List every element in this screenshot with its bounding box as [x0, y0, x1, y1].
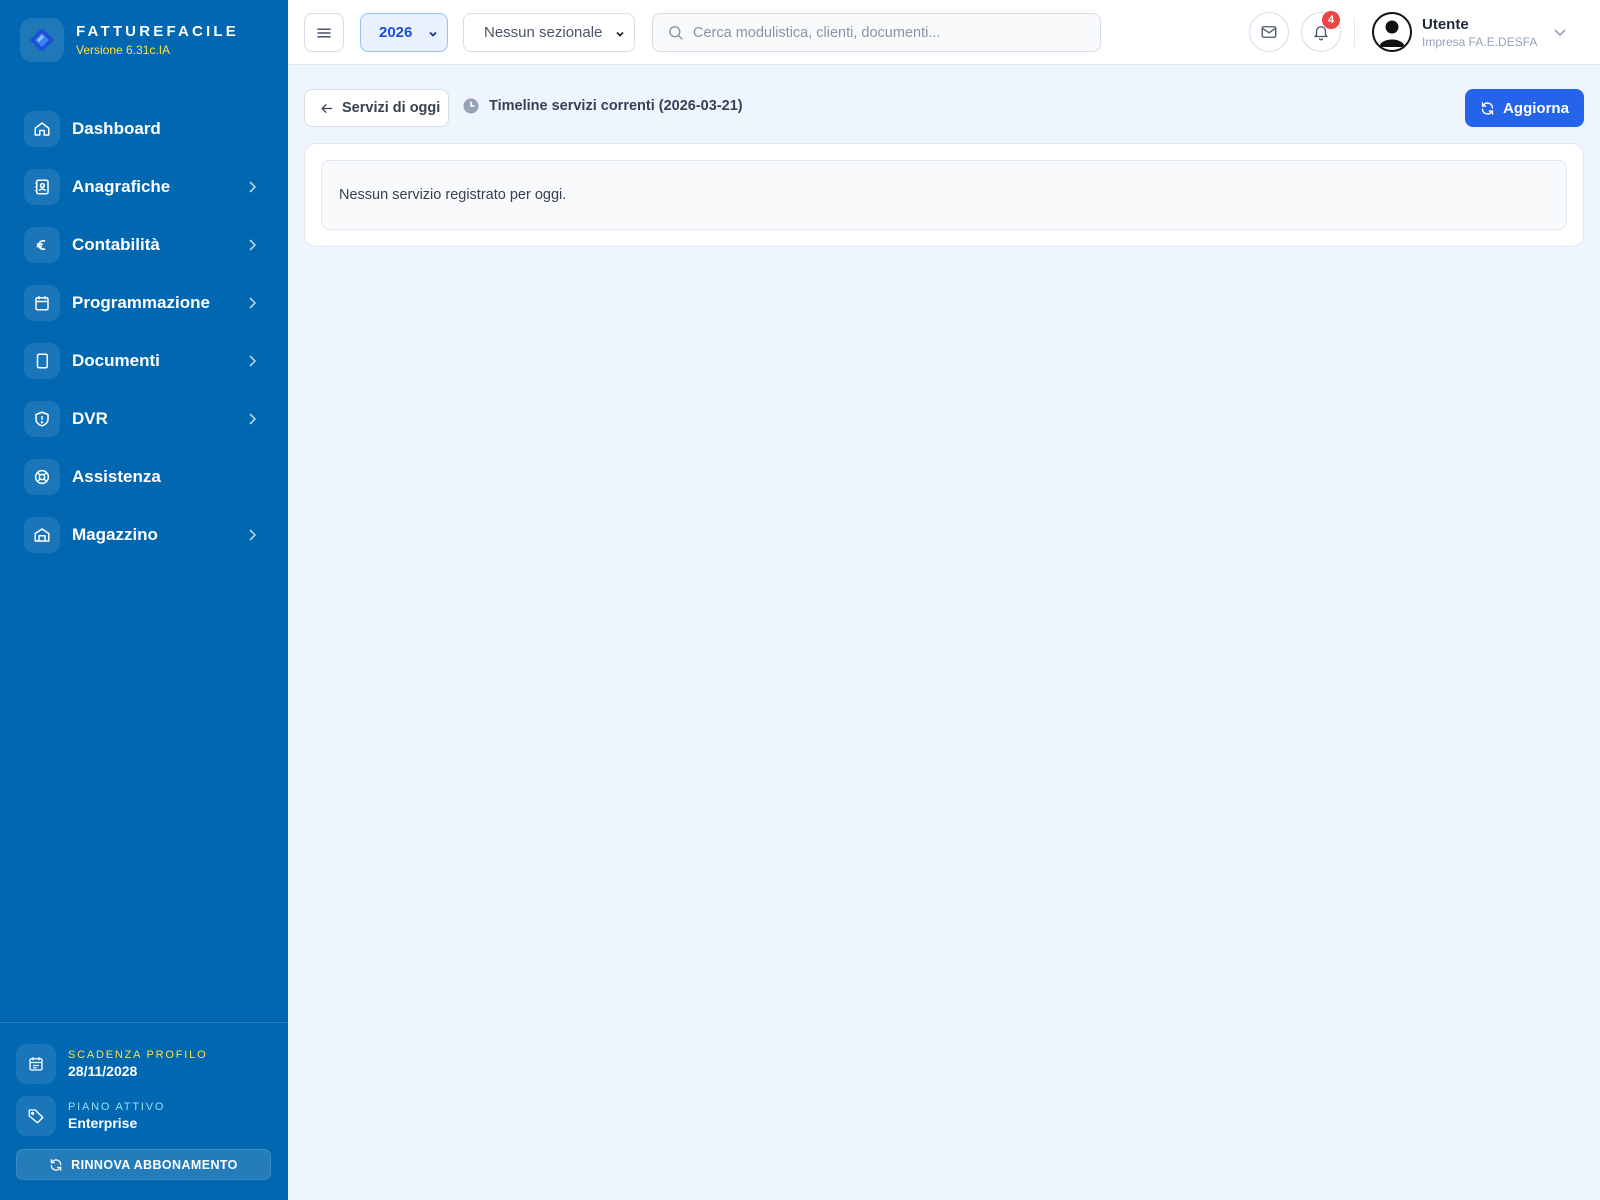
notifications-badge: 4: [1322, 11, 1340, 29]
sidebar-item-anagrafiche[interactable]: Anagrafiche: [24, 158, 264, 216]
chevron-right-icon: [249, 297, 257, 309]
sidebar-nav: Dashboard Anagrafiche Contabilità Progra…: [24, 100, 264, 564]
brand-logo-icon: [20, 18, 64, 62]
user-org: Impresa FA.E.DESFA: [1422, 34, 1538, 49]
header-divider: [1354, 18, 1355, 47]
sidebar-item-programmazione[interactable]: Programmazione: [24, 274, 264, 332]
renew-subscription-button[interactable]: RINNOVA ABBONAMENTO: [16, 1149, 271, 1180]
expiry-value: 28/11/2028: [68, 1063, 138, 1079]
year-value: 2026: [379, 24, 413, 41]
active-plan: PIANO ATTIVO Enterprise: [16, 1096, 165, 1136]
sidebar-item-label: Documenti: [72, 351, 160, 370]
chevron-right-icon: [249, 413, 257, 425]
calendar-icon: [24, 285, 60, 321]
brand[interactable]: FATTUREFACILE Versione 6.31c.IA: [20, 18, 239, 62]
sidebar-item-label: Programmazione: [72, 293, 210, 312]
chevron-right-icon: [249, 355, 257, 367]
hamburger-icon: [317, 28, 331, 37]
euro-icon: [24, 227, 60, 263]
empty-state-message: Nessun servizio registrato per oggi.: [321, 160, 1567, 230]
sidebar-item-label: DVR: [72, 409, 108, 428]
warehouse-icon: [24, 517, 60, 553]
user-name: Utente: [1422, 15, 1469, 33]
back-button[interactable]: Servizi di oggi: [304, 89, 449, 127]
sidebar: FATTUREFACILE Versione 6.31c.IA Dashboar…: [0, 0, 288, 1200]
back-label: Servizi di oggi: [342, 100, 441, 116]
sidebar-item-label: Anagrafiche: [72, 177, 171, 196]
brand-version: Versione 6.31c.IA: [76, 43, 171, 57]
sezionale-select[interactable]: Nessun sezionale: [463, 13, 635, 52]
sezionale-value: Nessun sezionale: [484, 24, 603, 41]
sidebar-item-dvr[interactable]: DVR: [24, 390, 264, 448]
document-icon: [24, 343, 60, 379]
sidebar-item-magazzino[interactable]: Magazzino: [24, 506, 264, 564]
services-card: Nessun servizio registrato per oggi.: [304, 143, 1584, 247]
user-menu[interactable]: Utente Impresa FA.E.DESFA: [1372, 12, 1537, 52]
messages-button[interactable]: [1249, 12, 1289, 52]
chevron-down-icon: [429, 31, 437, 37]
lifebuoy-icon: [24, 459, 60, 495]
shield-icon: [24, 401, 60, 437]
home-icon: [24, 111, 60, 147]
sidebar-item-documenti[interactable]: Documenti: [24, 332, 264, 390]
arrow-left-icon: [321, 103, 333, 113]
plan-caption: PIANO ATTIVO: [68, 1101, 166, 1113]
chevron-right-icon: [249, 239, 257, 251]
avatar: [1372, 12, 1412, 52]
search-icon: [669, 26, 683, 40]
expiry-caption: SCADENZA PROFILO: [68, 1049, 208, 1061]
refresh-button[interactable]: Aggiorna: [1465, 89, 1584, 127]
top-header: 2026 Nessun sezionale 4 Utente Impresa F…: [288, 0, 1600, 65]
menu-toggle-button[interactable]: [304, 13, 344, 52]
search-input[interactable]: [693, 24, 1083, 41]
mail-icon: [1261, 26, 1277, 38]
sidebar-item-label: Dashboard: [72, 119, 161, 138]
sidebar-item-contabilita[interactable]: Contabilità: [24, 216, 264, 274]
profile-expiry: SCADENZA PROFILO 28/11/2028: [16, 1044, 207, 1084]
timeline-heading: Timeline servizi correnti (2026-03-21): [463, 98, 743, 114]
year-select[interactable]: 2026: [360, 13, 448, 52]
sidebar-item-assistenza[interactable]: Assistenza: [24, 448, 264, 506]
refresh-icon: [50, 1158, 62, 1171]
chevron-right-icon: [249, 529, 257, 541]
calendar-icon: [16, 1044, 56, 1084]
plan-value: Enterprise: [68, 1115, 138, 1131]
contacts-icon: [24, 169, 60, 205]
sidebar-item-label: Magazzino: [72, 525, 158, 544]
brand-name: FATTUREFACILE: [76, 23, 239, 40]
sidebar-item-label: Assistenza: [72, 467, 161, 486]
clock-icon: [463, 98, 479, 114]
renew-label: RINNOVA ABBONAMENTO: [71, 1157, 238, 1172]
timeline-title: Timeline servizi correnti (2026-03-21): [489, 98, 743, 114]
sidebar-item-label: Contabilità: [72, 235, 160, 254]
tag-icon: [16, 1096, 56, 1136]
refresh-label: Aggiorna: [1503, 99, 1569, 117]
sidebar-item-dashboard[interactable]: Dashboard: [24, 100, 264, 158]
chevron-right-icon: [249, 181, 257, 193]
search-bar: [652, 13, 1101, 52]
chevron-down-icon[interactable]: [1552, 24, 1568, 40]
refresh-icon: [1481, 101, 1494, 115]
sidebar-divider: [0, 1022, 288, 1023]
chevron-down-icon: [616, 31, 624, 37]
